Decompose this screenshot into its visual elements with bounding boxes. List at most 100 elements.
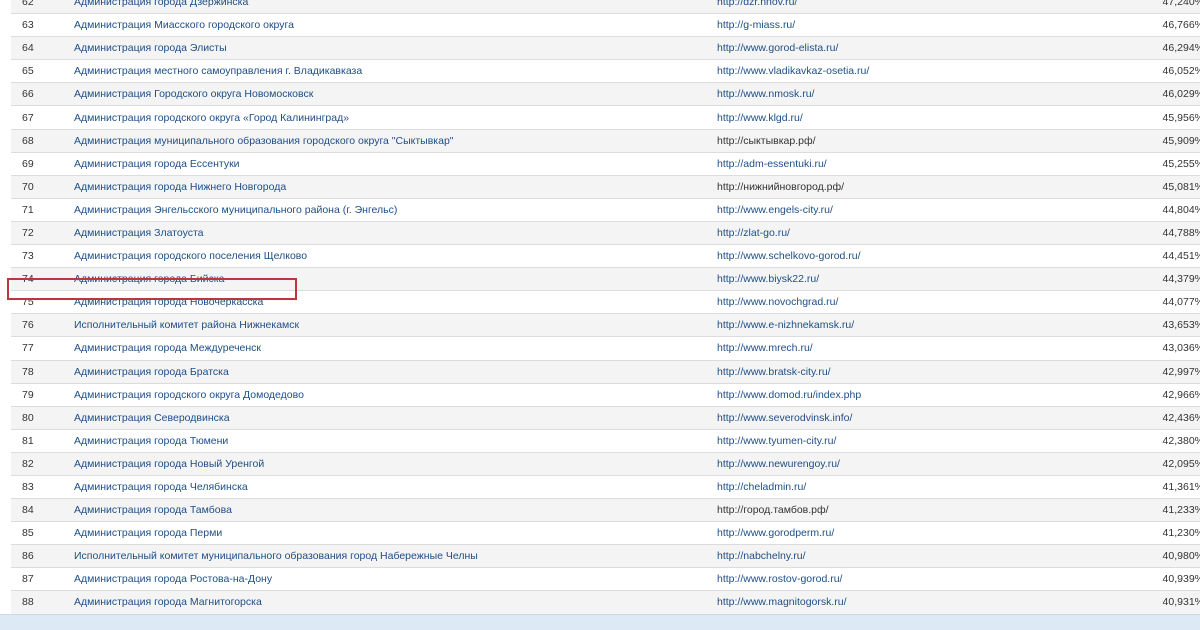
url-cell: http://www.rostov-gorod.ru/ <box>717 567 1077 592</box>
administration-name-link[interactable]: Администрация города Междуреченск <box>74 342 261 354</box>
url-cell: http://nabchelny.ru/ <box>717 544 1077 569</box>
website-url-link[interactable]: http://www.magnitogorsk.ru/ <box>717 596 847 608</box>
administration-name-link[interactable]: Администрация города Тюмени <box>74 435 228 447</box>
website-url-link[interactable]: http://adm-essentuki.ru/ <box>717 158 827 170</box>
table-row: 69 Администрация города Ессентуки http://a… <box>11 152 1200 176</box>
ranking-table: 62 Администрация города Дзержинска http://… <box>11 0 1200 630</box>
url-cell: http://g-miass.ru/ <box>717 13 1077 38</box>
table-row: 74 Администрация города Бийска http://www.… <box>11 267 1200 292</box>
name-cell: Администрация муниципального образования… <box>74 129 717 153</box>
administration-name-link[interactable]: Администрация города Нижнего Новгорода <box>74 181 286 193</box>
row-number: 81 <box>11 429 74 453</box>
administration-name-link[interactable]: Администрация местного самоуправления г.… <box>74 65 362 77</box>
row-number: 86 <box>11 544 74 569</box>
url-cell: http://www.bratsk-city.ru/ <box>717 360 1077 384</box>
administration-name-link[interactable]: Администрация города Элисты <box>74 42 227 54</box>
name-cell: Администрация Златоуста <box>74 221 717 246</box>
score-percent: 41,230% <box>1077 521 1200 546</box>
row-number: 87 <box>11 567 74 592</box>
score-percent: 42,997% <box>1077 360 1200 384</box>
website-url-link[interactable]: http://g-miass.ru/ <box>717 19 795 31</box>
administration-name-link[interactable]: Администрация муниципального образования… <box>74 135 454 147</box>
website-url-link[interactable]: http://www.schelkovo-gorod.ru/ <box>717 250 861 262</box>
website-url-link[interactable]: http://nabchelny.ru/ <box>717 550 806 562</box>
website-url-link[interactable]: http://www.rostov-gorod.ru/ <box>717 573 842 585</box>
website-url-link[interactable]: http://www.severodvinsk.info/ <box>717 412 852 424</box>
table-row: 75 Администрация города Новочеркасска http… <box>11 290 1200 315</box>
website-url-link[interactable]: http://www.nmosk.ru/ <box>717 88 814 100</box>
administration-name-link[interactable]: Администрация города Магнитогорска <box>74 596 262 608</box>
row-number: 67 <box>11 105 74 130</box>
row-number: 76 <box>11 313 74 338</box>
website-url-link[interactable]: http://www.engels-city.ru/ <box>717 204 833 216</box>
row-number: 65 <box>11 59 74 84</box>
website-url-link[interactable]: http://www.newurengoy.ru/ <box>717 458 840 470</box>
website-url-link[interactable]: http://cheladmin.ru/ <box>717 481 806 493</box>
website-url-link[interactable]: http://zlat-go.ru/ <box>717 227 790 239</box>
administration-name-link[interactable]: Администрация Северодвинска <box>74 412 230 424</box>
administration-name-link[interactable]: Администрация городского округа Домодедо… <box>74 389 304 401</box>
website-url-link[interactable]: http://www.tyumen-city.ru/ <box>717 435 836 447</box>
administration-name-link[interactable]: Администрация Городского округа Новомоск… <box>74 88 313 100</box>
website-url-link[interactable]: http://www.bratsk-city.ru/ <box>717 366 831 378</box>
name-cell: Администрация города Бийска <box>74 267 717 292</box>
administration-name-link[interactable]: Администрация города Челябинска <box>74 481 248 493</box>
table-row: 87 Администрация города Ростова-на-Дону ht… <box>11 567 1200 592</box>
administration-name-link[interactable]: Администрация города Братска <box>74 366 229 378</box>
row-number: 72 <box>11 221 74 246</box>
row-number: 78 <box>11 360 74 384</box>
website-url-link[interactable]: http://www.domod.ru/index.php <box>717 389 861 401</box>
website-url-link[interactable]: http://www.e-nizhnekamsk.ru/ <box>717 319 854 331</box>
name-cell: Администрация Миасского городского округ… <box>74 13 717 38</box>
score-percent: 42,436% <box>1077 406 1200 430</box>
score-percent: 42,380% <box>1077 429 1200 453</box>
url-cell: http://www.novochgrad.ru/ <box>717 290 1077 315</box>
administration-name-link[interactable]: Администрация городского поселения Щелко… <box>74 250 307 262</box>
administration-name-link[interactable]: Администрация города Дзержинска <box>74 0 248 8</box>
website-url-link[interactable]: http://www.vladikavkaz-osetia.ru/ <box>717 65 869 77</box>
name-cell: Администрация города Дзержинска <box>74 0 717 15</box>
score-percent: 45,255% <box>1077 152 1200 176</box>
score-percent: 46,294% <box>1077 36 1200 61</box>
url-cell: http://сыктывкар.рф/ <box>717 129 1077 153</box>
website-url-link[interactable]: http://www.klgd.ru/ <box>717 112 803 124</box>
administration-name-link[interactable]: Исполнительный комитет района Нижнекамск <box>74 319 299 331</box>
website-url-link[interactable]: http://www.biysk22.ru/ <box>717 273 819 285</box>
url-cell: http://www.tyumen-city.ru/ <box>717 429 1077 453</box>
score-percent: 46,052% <box>1077 59 1200 84</box>
table-row: 70 Администрация города Нижнего Новгорода… <box>11 175 1200 199</box>
ranking-page: 62 Администрация города Дзержинска http://… <box>0 0 1200 630</box>
row-number: 80 <box>11 406 74 430</box>
administration-name-link[interactable]: Администрация города Ессентуки <box>74 158 240 170</box>
name-cell: Администрация города Элисты <box>74 36 717 61</box>
administration-name-link[interactable]: Администрация города Новочеркасска <box>74 296 263 308</box>
score-percent: 40,931% <box>1077 590 1200 615</box>
website-url-link[interactable]: http://www.mrech.ru/ <box>717 342 813 354</box>
table-row: 71 Администрация Энгельсского муниципальн… <box>11 198 1200 222</box>
administration-name-link[interactable]: Администрация Златоуста <box>74 227 204 239</box>
website-url-link[interactable]: http://dzr.nnov.ru/ <box>717 0 797 8</box>
name-cell: Исполнительный комитет района Нижнекамск <box>74 313 717 338</box>
administration-name-link[interactable]: Администрация Энгельсского муниципальног… <box>74 204 397 216</box>
administration-name-link[interactable]: Администрация города Бийска <box>74 273 224 285</box>
name-cell: Администрация города Новый Уренгой <box>74 452 717 476</box>
website-url-link[interactable]: http://www.novochgrad.ru/ <box>717 296 838 308</box>
url-cell: http://www.nmosk.ru/ <box>717 82 1077 107</box>
website-url-link[interactable]: http://www.gorod-elista.ru/ <box>717 42 838 54</box>
score-percent: 40,980% <box>1077 544 1200 569</box>
administration-name-link[interactable]: Администрация Миасского городского округ… <box>74 19 294 31</box>
website-url-link[interactable]: http://www.gorodperm.ru/ <box>717 527 834 539</box>
administration-name-link[interactable]: Администрация города Новый Уренгой <box>74 458 264 470</box>
name-cell: Администрация городского округа Домодедо… <box>74 383 717 407</box>
row-number: 83 <box>11 475 74 500</box>
administration-name-link[interactable]: Администрация города Тамбова <box>74 504 232 516</box>
score-percent: 45,909% <box>1077 129 1200 153</box>
administration-name-link[interactable]: Исполнительный комитет муниципального об… <box>74 550 478 562</box>
administration-name-link[interactable]: Администрация города Перми <box>74 527 222 539</box>
url-cell: http://www.biysk22.ru/ <box>717 267 1077 292</box>
url-cell: http://www.gorod-elista.ru/ <box>717 36 1077 61</box>
administration-name-link[interactable]: Администрация городского округа «Город К… <box>74 112 349 124</box>
name-cell: Администрация города Междуреченск <box>74 336 717 361</box>
administration-name-link[interactable]: Администрация города Ростова-на-Дону <box>74 573 272 585</box>
url-cell: http://www.klgd.ru/ <box>717 105 1077 130</box>
